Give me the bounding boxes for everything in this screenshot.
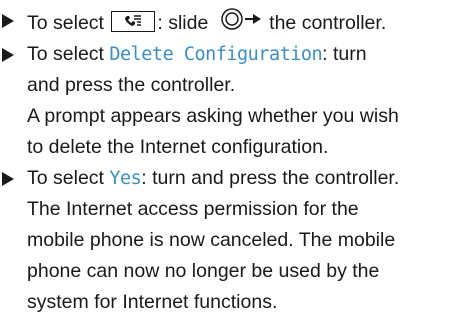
phone-menu-key-icon bbox=[111, 11, 156, 32]
step-suffix: : turn bbox=[322, 43, 367, 65]
step-prefix: To select bbox=[27, 167, 110, 189]
step-continuation: and press the controller. bbox=[27, 74, 236, 96]
step-result-line: system for Internet functions. bbox=[27, 291, 278, 313]
step-arrow-icon bbox=[2, 48, 14, 62]
step-result-line: to delete the Internet configuration. bbox=[27, 136, 329, 158]
controller-slide-right-icon bbox=[220, 8, 264, 32]
step-mid: slide bbox=[162, 12, 214, 34]
step-suffix: : turn and press the controller. bbox=[141, 167, 400, 189]
instruction-page: To select : slide the controller. To sel… bbox=[0, 0, 464, 313]
step-select-delete-configuration: To select Delete Configuration: turn and… bbox=[0, 39, 464, 163]
step-prefix: To select bbox=[27, 43, 110, 65]
step-result-line: A prompt appears asking whether you wish bbox=[27, 105, 399, 127]
display-option-delete-configuration: Delete Configuration bbox=[109, 44, 323, 65]
step-suffix: the controller. bbox=[263, 12, 387, 34]
step-result-line: mobile phone is now canceled. The mobile bbox=[27, 229, 396, 251]
step-result-line: phone can now no longer be used by the bbox=[27, 260, 380, 282]
step-result-line: The Internet access permission for the bbox=[27, 198, 359, 220]
step-prefix: To select bbox=[27, 12, 104, 34]
step-select-phone-menu: To select : slide the controller. bbox=[0, 5, 464, 39]
step-arrow-icon bbox=[2, 172, 14, 186]
display-option-yes: Yes bbox=[109, 168, 142, 189]
step-arrow-icon bbox=[2, 14, 14, 28]
step-select-yes: To select Yes: turn and press the contro… bbox=[0, 163, 464, 318]
